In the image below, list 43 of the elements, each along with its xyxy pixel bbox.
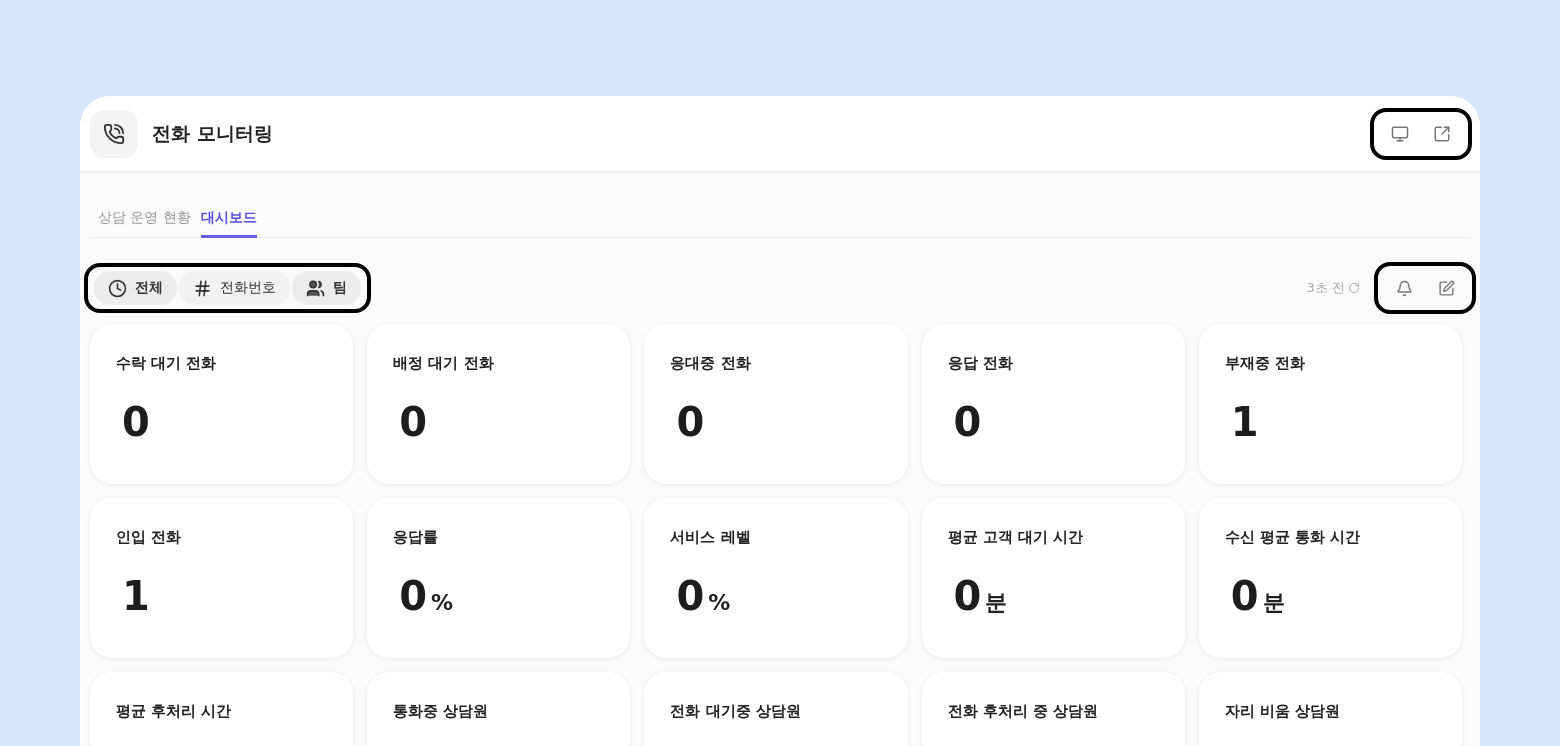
card-title: 자리 비움 상담원 — [1224, 702, 1342, 721]
stat-unit: 분 — [1262, 589, 1285, 617]
filter-chip[interactable]: 전체 — [94, 271, 177, 305]
phone-icon — [90, 109, 138, 158]
card-title: 응답률 — [393, 528, 440, 547]
stat-value: 0 — [122, 399, 150, 445]
card-title: 평균 고객 대기 시간 — [947, 528, 1085, 547]
monitor-icon — [1391, 124, 1409, 143]
stat-value: 0 — [399, 399, 428, 445]
stat-unit: % — [431, 590, 454, 615]
stat-unit: 분 — [985, 589, 1008, 617]
card-title: 전화 대기중 상담원 — [670, 702, 802, 721]
edit-icon — [1437, 279, 1455, 297]
card-title: 응답 전화 — [947, 354, 1014, 373]
stat-value: 0 — [676, 573, 705, 619]
stat-value: 0 — [1230, 573, 1259, 619]
stat-value: 1 — [1230, 399, 1259, 445]
card-title: 배정 대기 전화 — [393, 354, 495, 373]
card-title: 통화중 상담원 — [393, 702, 490, 721]
stat-unit: % — [708, 590, 731, 615]
card-title: 인입 전화 — [116, 528, 183, 547]
external-link-icon — [1433, 124, 1451, 143]
clock-icon — [108, 278, 127, 298]
stat-value: 0 — [399, 573, 428, 619]
filter-chip[interactable]: 전화번호 — [179, 271, 290, 305]
bell-icon — [1395, 279, 1413, 297]
card-title: 서비스 레벨 — [670, 528, 752, 547]
card-title: 전화 후처리 중 상담원 — [947, 702, 1100, 721]
card-title: 응대중 전화 — [670, 354, 752, 373]
tab[interactable]: 대시보드 — [200, 203, 257, 238]
people-icon — [306, 278, 325, 298]
refresh-icon — [1348, 282, 1360, 294]
filter-chip[interactable]: 팀 — [292, 271, 361, 305]
stat-value: 0 — [953, 573, 982, 619]
stat-value: 0 — [953, 399, 982, 445]
card-title: 평균 후처리 시간 — [116, 702, 233, 721]
card-title: 부재중 전화 — [1224, 354, 1307, 373]
card-title: 수락 대기 전화 — [116, 354, 218, 373]
hash-icon — [193, 278, 212, 298]
page-title: 전화 모니터링 — [152, 120, 274, 146]
stat-value: 1 — [122, 573, 150, 619]
card-title: 수신 평균 통화 시간 — [1224, 528, 1362, 547]
stat-value: 0 — [676, 399, 705, 445]
